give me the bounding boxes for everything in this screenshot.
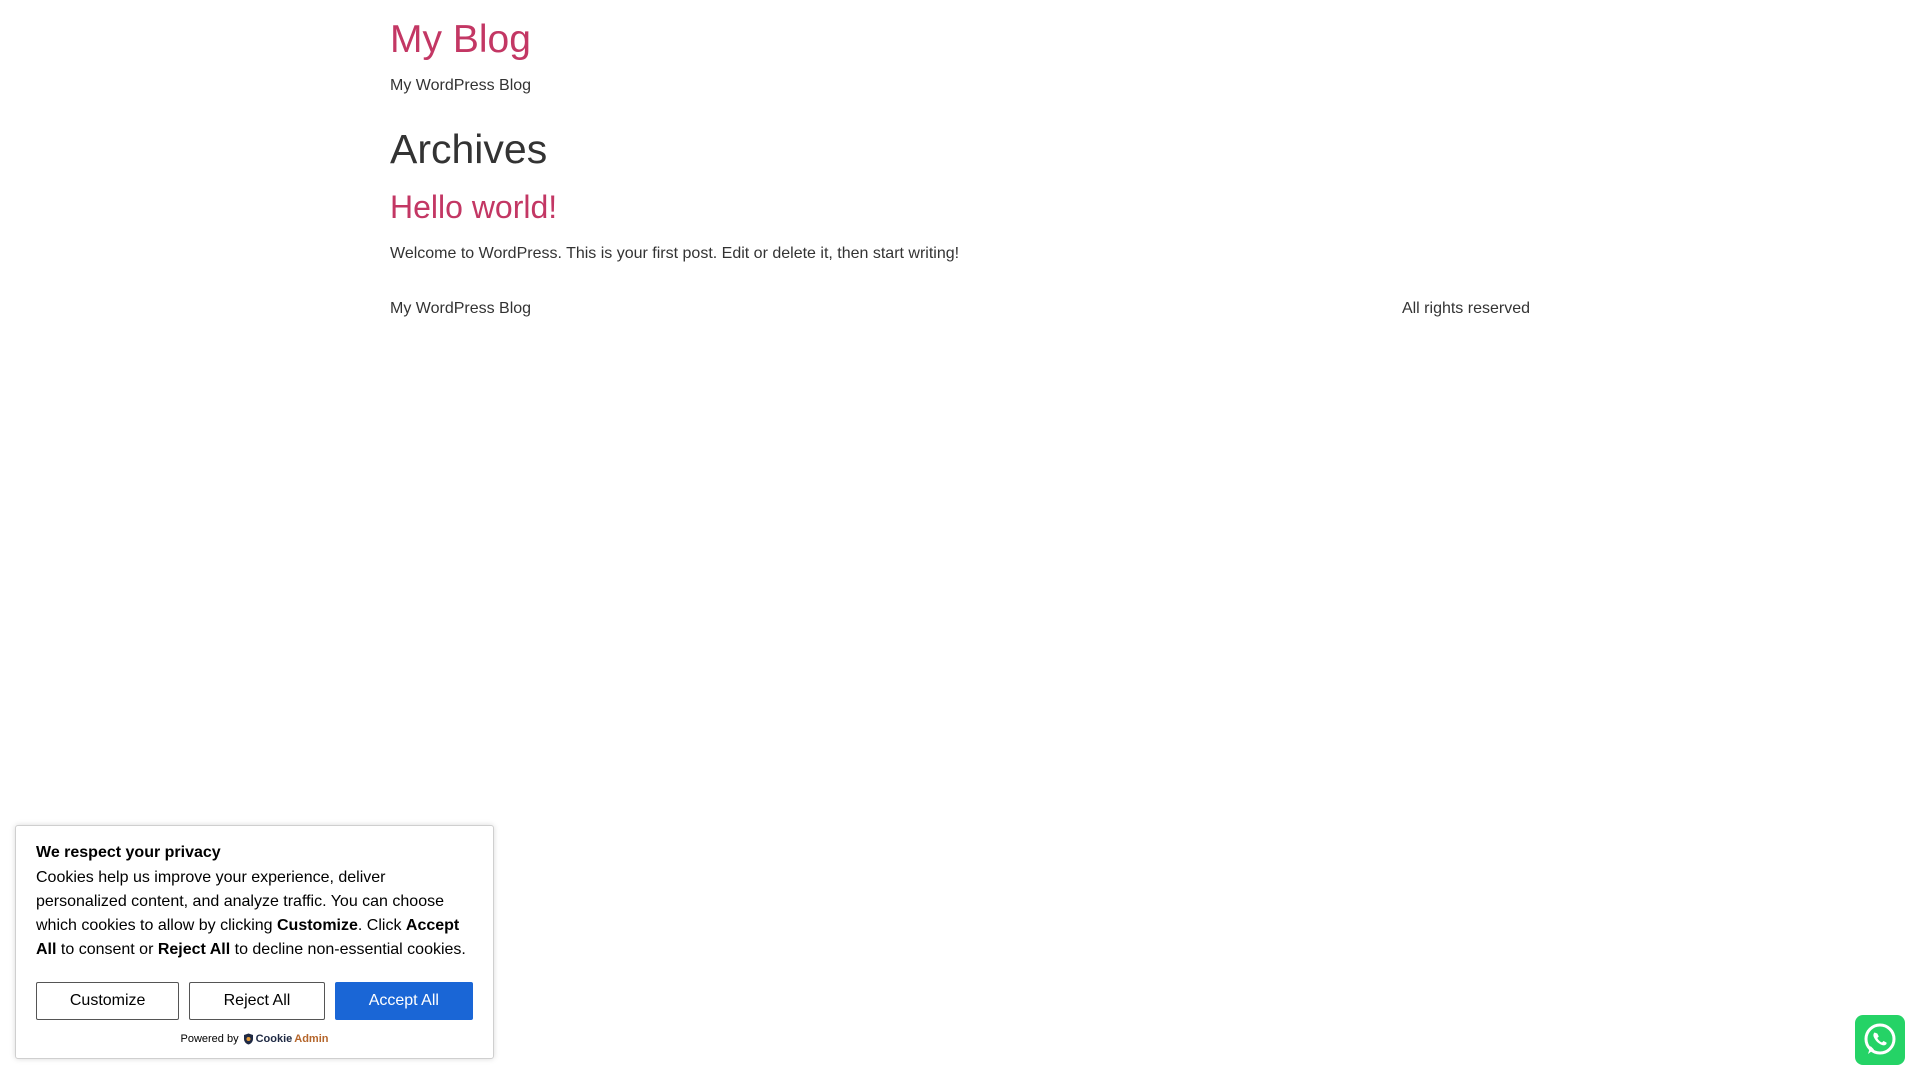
cookie-heading: We respect your privacy	[36, 844, 221, 861]
site-tagline: My WordPress Blog	[390, 77, 532, 94]
cookieadmin-logo[interactable]: Cookie Admin	[243, 1032, 329, 1046]
brand-admin: Admin	[294, 1033, 329, 1045]
post-title-link[interactable]: Hello world!	[390, 188, 557, 226]
cookie-consent-banner: We respect your privacy Cookies help us …	[15, 825, 494, 1059]
customize-button[interactable]: Customize	[36, 982, 180, 1020]
site-footer: My WordPress Blog All rights reserved	[390, 299, 1530, 319]
powered-by-label: Powered by	[180, 1033, 239, 1045]
whatsapp-icon	[1864, 1023, 1896, 1055]
archive-main: Archives Hello world! Welcome to WordPre…	[390, 126, 1530, 264]
site-header: My Blog My WordPress Blog	[390, 0, 1530, 96]
brand-cookie: Cookie	[255, 1033, 293, 1045]
footer-site-name: My WordPress Blog	[390, 300, 532, 317]
accept-all-button[interactable]: Accept All	[334, 982, 473, 1020]
cookie-button-row: Customize Reject All Accept All	[36, 982, 473, 1020]
powered-by: Powered by Cookie Admin	[36, 1032, 473, 1046]
archive-heading: Archives	[390, 126, 548, 172]
cookie-text-part: to consent or	[56, 941, 158, 958]
post-item: Hello world! Welcome to WordPress. This …	[390, 172, 1530, 264]
cookie-text-part: to decline non-essential cookies.	[230, 941, 466, 958]
cookie-description: Cookies help us improve your experience,…	[36, 866, 473, 962]
cookie-text-reject: Reject All	[157, 941, 231, 958]
post-excerpt: Welcome to WordPress. This is your first…	[390, 245, 960, 262]
site-title-link[interactable]: My Blog	[390, 18, 531, 62]
whatsapp-button[interactable]	[1855, 1015, 1905, 1065]
reject-all-button[interactable]: Reject All	[189, 982, 325, 1020]
footer-copyright: All rights reserved	[1401, 300, 1530, 317]
page: My Blog My WordPress Blog Archives Hello…	[0, 0, 1920, 1080]
main-container: My Blog My WordPress Blog Archives Hello…	[390, 0, 1530, 319]
cookie-text-part: . Click	[357, 917, 406, 934]
cookie-text-customize: Customize	[277, 917, 358, 934]
shield-icon	[243, 1033, 253, 1045]
